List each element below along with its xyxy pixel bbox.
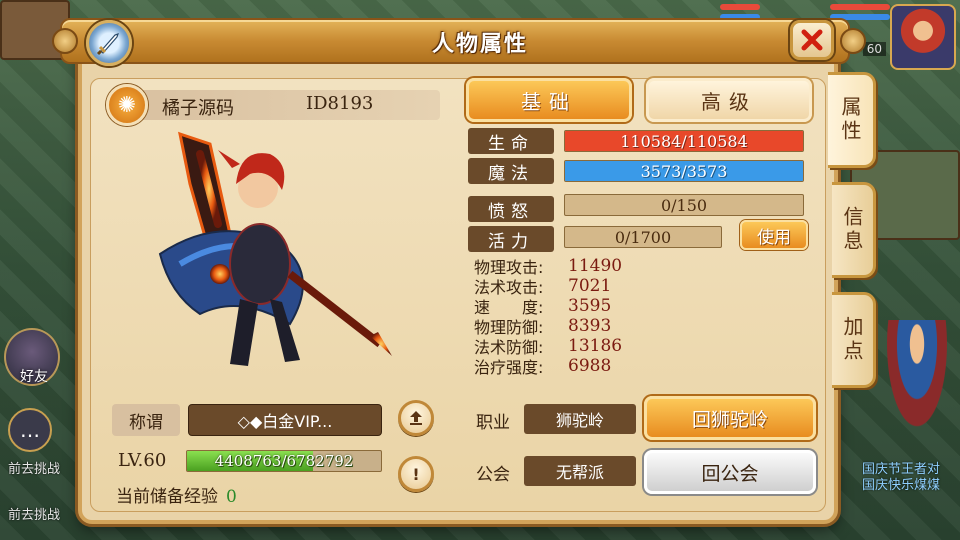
guild-label: 公会 [476,465,510,485]
return-guild-button[interactable]: 回公会 [644,450,816,494]
use-vigor-button[interactable]: 使用 [740,220,808,250]
upload-icon[interactable] [398,400,434,436]
rage-bar: 0/150 [564,194,804,216]
event-text: 国庆快乐煤煤 [862,478,941,493]
tab-basic[interactable]: 基础 [466,78,632,122]
mp-bar: 3573/3573 [564,160,804,182]
character-model [140,124,400,386]
attr-healing-power: 治疗强度: 6988 [474,356,612,377]
school-emblem-icon: ✺ [106,84,148,126]
player-id: ID8193 [306,93,374,114]
hp-text: 110584/110584 [620,131,748,151]
stored-exp: 当前储备经验 0 [116,482,237,507]
title-value[interactable]: ◇◆白金VIP... [188,404,382,436]
npc-character[interactable] [882,320,952,440]
return-school-button[interactable]: 回狮驼岭 [644,396,816,440]
attr-speed: 速 度: 3595 [474,296,612,317]
rage-label: 愤怒 [468,196,554,222]
exp-bar: 4408763/6782792 [186,450,382,472]
tab-advanced[interactable]: 高级 [646,78,812,122]
vigor-text: 0/1700 [614,227,672,247]
tab-attributes-label: 属性 [838,96,862,144]
info-icon[interactable]: ! [398,456,434,492]
title-label: 称谓 [112,404,180,436]
mp-label: 魔法 [468,158,554,184]
chat-line: 前去挑战 [8,508,61,523]
vigor-bar: 0/1700 [564,226,722,248]
chat-icon[interactable]: … [8,408,52,452]
rage-text: 0/150 [660,195,708,215]
school-value: 狮驼岭 [524,404,636,434]
guild-value: 无帮派 [524,456,636,486]
attr-magic-defense: 法术防御: 13186 [474,336,623,357]
hp-label: 生命 [468,128,554,154]
close-icon [801,29,823,51]
level-label: LV.60 [118,450,167,471]
close-button[interactable] [790,20,834,60]
sword-icon [86,20,132,66]
exp-text: 4408763/6782792 [214,452,354,470]
attr-physical-defense: 物理防御: 8393 [474,316,612,337]
tab-info-label: 信息 [840,206,864,254]
school-label: 职业 [476,413,510,433]
player-name: 橘子源码 [162,98,234,119]
vigor-label: 活力 [468,226,554,252]
hp-bar: 110584/110584 [564,130,804,152]
mp-text: 3573/3573 [640,161,728,181]
attr-magic-attack: 法术攻击: 7021 [474,276,612,297]
chat-line: 前去挑战 [8,462,61,477]
attr-physical-attack: 物理攻击: 11490 [474,256,623,277]
tab-info[interactable]: 信息 [832,182,876,278]
tab-points[interactable]: 加点 [832,292,876,388]
stored-exp-label: 当前储备经验 [116,487,218,507]
tab-attributes[interactable]: 属性 [828,72,876,168]
stored-exp-value: 0 [226,487,237,507]
tab-points-label: 加点 [840,316,864,364]
friend-label: 好友 [20,369,48,385]
